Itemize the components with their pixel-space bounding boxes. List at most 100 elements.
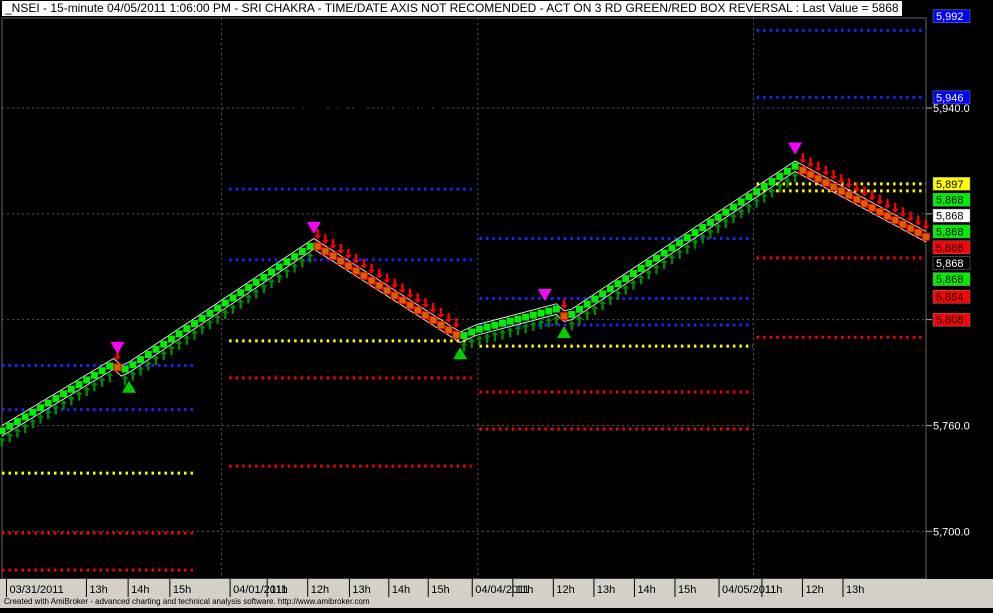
- x-tick-label: 14h: [392, 584, 410, 596]
- x-tick-label: 15h: [173, 584, 191, 596]
- down-arrow: [429, 303, 437, 314]
- value-label-text: 5,868: [936, 226, 964, 238]
- down-arrow: [560, 299, 568, 310]
- down-arrow: [876, 194, 884, 205]
- down-arrow: [437, 308, 445, 319]
- up-box: [167, 335, 175, 343]
- up-box: [75, 381, 83, 389]
- down-arrow: [368, 263, 376, 274]
- up-box: [783, 167, 791, 175]
- envelope-upper: [1, 160, 927, 426]
- down-box: [891, 216, 900, 225]
- up-box: [129, 361, 137, 369]
- x-tick-label: 03/31/2011: [9, 584, 63, 596]
- up-arrow: [44, 409, 52, 420]
- up-box: [645, 259, 653, 267]
- down-box: [113, 363, 122, 372]
- up-arrow: [98, 376, 106, 387]
- up-arrow: [514, 325, 522, 336]
- down-box: [814, 174, 823, 183]
- up-arrow: [506, 327, 514, 338]
- up-box: [221, 299, 229, 307]
- up-box: [191, 320, 198, 328]
- up-box: [291, 253, 299, 261]
- up-arrow: [52, 404, 60, 415]
- up-box: [98, 367, 106, 375]
- up-box: [706, 218, 714, 226]
- down-box: [390, 291, 399, 300]
- up-box: [499, 319, 506, 327]
- down-arrow: [830, 169, 838, 180]
- up-arrow: [499, 329, 506, 340]
- down-box: [906, 224, 915, 233]
- x-tick-label: 15h: [678, 584, 696, 596]
- up-box: [144, 350, 152, 358]
- down-box: [845, 191, 853, 200]
- down-box: [436, 321, 445, 330]
- up-box: [745, 193, 753, 201]
- up-box: [21, 413, 29, 421]
- up-box: [591, 295, 599, 303]
- down-box: [852, 195, 861, 204]
- up-arrow: [568, 320, 576, 331]
- up-arrow: [75, 390, 83, 401]
- up-box: [206, 309, 214, 317]
- up-arrow: [468, 338, 476, 349]
- up-box: [614, 280, 622, 288]
- down-box: [914, 228, 923, 237]
- up-box: [537, 309, 545, 317]
- down-box: [336, 257, 345, 266]
- value-label-text: 5,868: [936, 258, 964, 270]
- down-arrow: [814, 161, 822, 172]
- up-box: [160, 340, 168, 348]
- chart-svg: 5,940.05,880.05,820.05,760.05,700.0astro…: [0, 9, 993, 598]
- up-box: [83, 376, 91, 384]
- down-box: [868, 203, 877, 212]
- y-tick-label: 5,760.0: [933, 421, 970, 433]
- value-label-text: 5,897: [936, 179, 964, 191]
- down-arrow: [884, 199, 891, 209]
- down-box: [560, 312, 569, 321]
- up-box: [483, 323, 491, 331]
- down-arrow: [414, 293, 422, 304]
- up-box: [730, 203, 737, 211]
- up-box: [306, 242, 314, 250]
- down-arrow: [375, 268, 383, 279]
- value-label-text: 5,868: [936, 242, 964, 254]
- up-arrow: [29, 418, 37, 429]
- down-box: [837, 187, 846, 196]
- up-box: [214, 304, 222, 312]
- up-arrow: [6, 432, 14, 443]
- up-box: [183, 325, 191, 333]
- up-box: [660, 249, 668, 257]
- up-box: [67, 385, 75, 393]
- up-box: [491, 321, 499, 329]
- up-box: [791, 162, 799, 170]
- footer-credit: Created with AmiBroker - advanced charti…: [4, 597, 370, 606]
- up-box: [0, 427, 6, 435]
- down-arrow: [337, 244, 345, 255]
- down-box: [413, 306, 422, 315]
- up-box: [776, 172, 784, 180]
- down-box: [321, 247, 330, 256]
- chart-area: 5,940.05,880.05,820.05,760.05,700.0astro…: [0, 0, 993, 608]
- down-arrow: [445, 312, 453, 323]
- up-arrow: [0, 436, 6, 447]
- down-box: [452, 330, 461, 339]
- down-arrow: [807, 157, 814, 168]
- down-arrow: [899, 207, 907, 218]
- up-box: [552, 305, 560, 313]
- down-box: [383, 286, 391, 295]
- down-arrow: [391, 278, 399, 289]
- down-box: [860, 199, 869, 208]
- value-label-text: 5,868: [936, 195, 964, 207]
- down-arrow: [914, 215, 922, 226]
- up-box: [13, 418, 21, 426]
- up-arrow: [529, 321, 537, 332]
- up-box: [275, 263, 283, 271]
- down-box: [375, 281, 384, 290]
- up-box: [460, 332, 468, 340]
- down-box: [798, 166, 807, 175]
- down-arrow: [329, 239, 337, 250]
- down-box: [922, 232, 930, 241]
